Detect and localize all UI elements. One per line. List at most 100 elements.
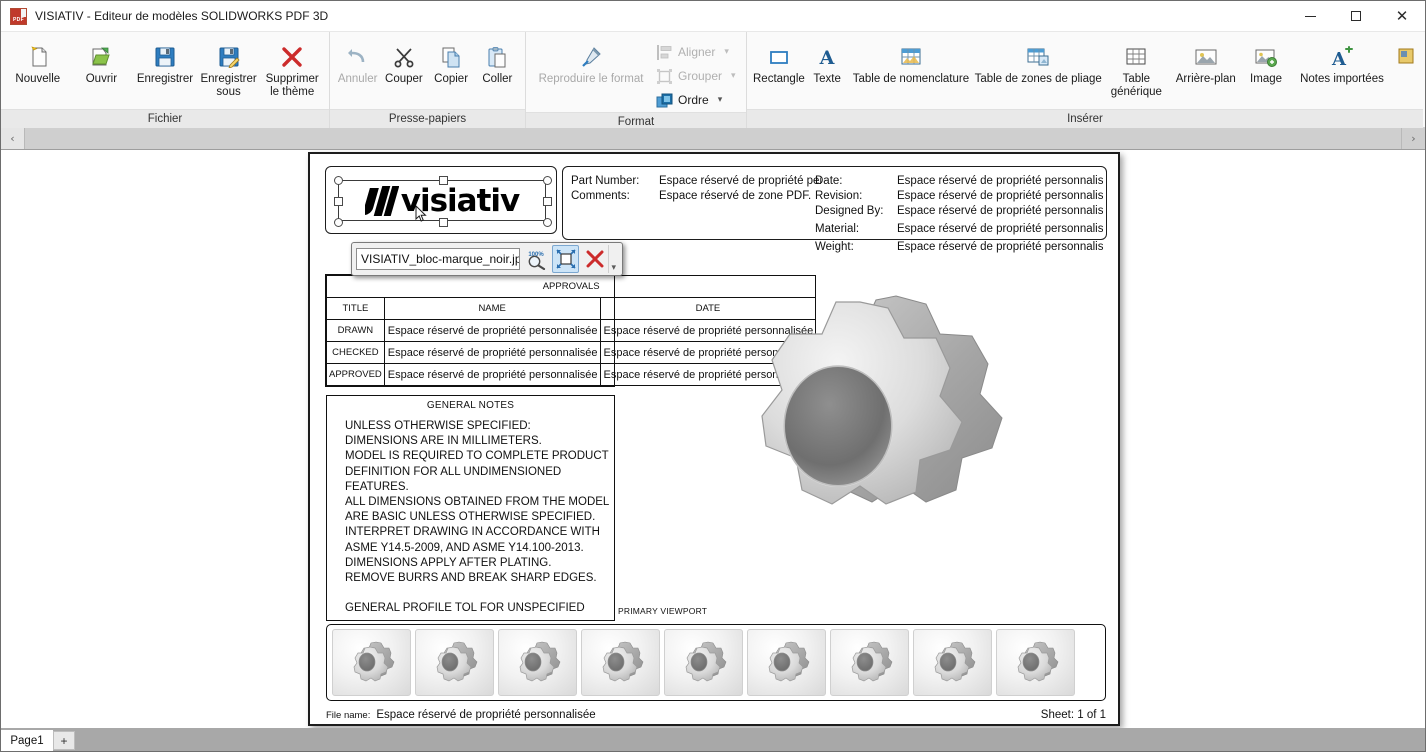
toolbar-overflow-handle[interactable]: ▾ xyxy=(608,245,618,273)
imported-notes-icon: A xyxy=(1330,44,1354,70)
image-popup-toolbar[interactable]: VISIATIV_bloc-marque_noir.jpg 100% ▾ xyxy=(351,242,623,276)
note-line: DIMENSIONS APPLY AFTER PLATING. xyxy=(345,556,552,569)
list-item[interactable] xyxy=(332,629,411,696)
field-comments[interactable]: Comments: Espace réservé de zone PDF. xyxy=(571,189,821,204)
svg-text:A: A xyxy=(819,47,835,68)
approvals-table[interactable]: APPROVALS TITLE NAME DATE DRAWN Espace r… xyxy=(325,274,817,387)
list-item[interactable] xyxy=(581,629,660,696)
text-button[interactable]: A Texte xyxy=(806,38,849,100)
undo-button[interactable]: Annuler xyxy=(335,38,380,100)
handle-bottom-left[interactable] xyxy=(334,218,343,227)
rectangle-button[interactable]: Rectangle xyxy=(752,38,806,100)
paste-button[interactable]: Coller xyxy=(475,38,520,100)
list-item[interactable] xyxy=(664,629,743,696)
approvals-col-name: NAME xyxy=(383,297,601,320)
gear-thumbnail-icon xyxy=(353,641,394,681)
handle-middle-left[interactable] xyxy=(334,197,343,206)
field-material[interactable]: Material: Espace réservé de propriété pe… xyxy=(815,222,1105,237)
bom-table-button[interactable]: Table de nomenclature xyxy=(848,38,973,100)
close-icon: ✕ xyxy=(1395,6,1409,25)
ribbon-group-fichier: Nouvelle Ouvrir Enregistrer Enregistrer … xyxy=(1,32,330,128)
field-revision[interactable]: Revision: Espace réservé de propriété pe… xyxy=(815,189,1105,204)
general-notes-block[interactable]: GENERAL NOTES UNLESS OTHERWISE SPECIFIED… xyxy=(326,395,615,621)
maximize-button[interactable] xyxy=(1333,1,1379,32)
gear-3d-model[interactable] xyxy=(700,264,1040,604)
bend-table-button[interactable]: Table de zones de pliage xyxy=(973,38,1103,100)
field-material-value: Espace réservé de propriété personnalisé… xyxy=(897,223,1103,235)
list-item[interactable] xyxy=(498,629,577,696)
field-date[interactable]: Date: Espace réservé de propriété person… xyxy=(815,174,1105,189)
image-selection-box[interactable] xyxy=(334,176,552,227)
remove-image-button[interactable] xyxy=(582,245,609,273)
fit-to-frame-button[interactable] xyxy=(552,245,579,273)
note-line: INTERPRET DRAWING IN ACCORDANCE WITH xyxy=(345,526,600,539)
note-line: REMOVE BURRS AND BREAK SHARP EDGES. xyxy=(345,572,597,585)
logo-frame[interactable]: visiativ xyxy=(325,166,557,234)
group-button[interactable]: Grouper ▾ xyxy=(651,64,741,88)
save-as-button-label: Enregistrer sous xyxy=(200,73,257,98)
note-line: FEATURES. xyxy=(345,480,409,493)
approvals-row-approved-name: Espace réservé de propriété personnalisé… xyxy=(383,363,601,386)
group-chevron-down-icon: ▾ xyxy=(731,71,736,81)
handle-bottom-center[interactable] xyxy=(439,218,448,227)
open-button[interactable]: Ouvrir xyxy=(70,38,134,100)
handle-bottom-right[interactable] xyxy=(543,218,552,227)
field-designed-by-label: Designed By: xyxy=(815,205,884,217)
handle-top-center[interactable] xyxy=(439,176,448,185)
handle-middle-right[interactable] xyxy=(543,197,552,206)
gear-thumbnail-icon xyxy=(519,641,560,681)
paste-clipboard-icon xyxy=(486,44,508,70)
ribbon-toolbar: Nouvelle Ouvrir Enregistrer Enregistrer … xyxy=(1,32,1425,131)
minimize-button[interactable] xyxy=(1287,1,1333,32)
fit-to-frame-icon xyxy=(555,249,576,269)
page-tab-page1[interactable]: Page1 xyxy=(1,730,53,751)
list-item[interactable] xyxy=(747,629,826,696)
format-painter-button[interactable]: Reproduire le format xyxy=(531,38,651,100)
image-button[interactable]: Image xyxy=(1242,38,1290,100)
save-as-button[interactable]: Enregistrer sous xyxy=(197,38,261,100)
list-item[interactable] xyxy=(830,629,909,696)
design-canvas[interactable]: visiativ Part Number: Espace réservé de … xyxy=(1,150,1425,728)
delete-cross-icon xyxy=(281,44,303,70)
generic-table-button[interactable]: Table générique xyxy=(1103,38,1170,100)
gear-thumbnail-icon xyxy=(934,641,975,681)
note-line: UNLESS OTHERWISE SPECIFIED: xyxy=(345,420,531,432)
scroll-left-button[interactable]: ‹ xyxy=(1,128,25,149)
ribbon-group-presse-papiers-title: Presse-papiers xyxy=(330,109,525,128)
undo-button-label: Annuler xyxy=(337,73,378,85)
viewport-thumbnail-strip[interactable] xyxy=(326,624,1106,701)
field-part-number[interactable]: Part Number: Espace réservé de propriété… xyxy=(571,174,821,189)
list-item[interactable] xyxy=(415,629,494,696)
order-button[interactable]: Ordre ▾ xyxy=(651,88,741,112)
pdf-template-page[interactable]: visiativ Part Number: Espace réservé de … xyxy=(308,152,1120,726)
background-button[interactable]: Arrière-plan xyxy=(1170,38,1242,100)
delete-theme-button[interactable]: Supprimer le thème xyxy=(260,38,324,100)
field-designed-by[interactable]: Designed By: Espace réservé de propriété… xyxy=(815,204,1105,219)
delete-theme-button-label: Supprimer le thème xyxy=(265,73,319,98)
save-button[interactable]: Enregistrer xyxy=(133,38,197,100)
add-page-button[interactable]: + xyxy=(53,731,75,750)
close-button[interactable]: ✕ xyxy=(1379,1,1425,32)
remove-red-x-icon xyxy=(586,250,604,268)
align-button[interactable]: Aligner ▾ xyxy=(651,40,741,64)
copy-button[interactable]: Copier xyxy=(428,38,475,100)
new-button[interactable]: Nouvelle xyxy=(6,38,70,100)
approvals-row-checked-title: CHECKED xyxy=(326,341,385,364)
field-weight[interactable]: Weight: Espace réservé de propriété pers… xyxy=(815,240,1105,255)
minimize-icon xyxy=(1304,15,1316,17)
cut-button[interactable]: Couper xyxy=(380,38,427,100)
scroll-right-button[interactable]: › xyxy=(1401,128,1425,149)
approvals-row-checked-name: Espace réservé de propriété personnalisé… xyxy=(383,341,601,364)
list-item[interactable] xyxy=(996,629,1075,696)
new-document-icon xyxy=(27,44,49,70)
image-file-name-input[interactable]: VISIATIV_bloc-marque_noir.jpg xyxy=(356,248,520,270)
handle-top-left[interactable] xyxy=(334,176,343,185)
zoom-100-percent-button[interactable]: 100% xyxy=(523,245,550,273)
handle-top-right[interactable] xyxy=(543,176,552,185)
imported-notes-button[interactable]: A Notes importées xyxy=(1290,38,1394,100)
save-button-label: Enregistrer xyxy=(136,73,194,85)
overflow-button[interactable] xyxy=(1394,38,1418,100)
list-item[interactable] xyxy=(913,629,992,696)
gear-thumbnail-icon xyxy=(851,641,892,681)
title-block-header[interactable]: Part Number: Espace réservé de propriété… xyxy=(562,166,1107,253)
